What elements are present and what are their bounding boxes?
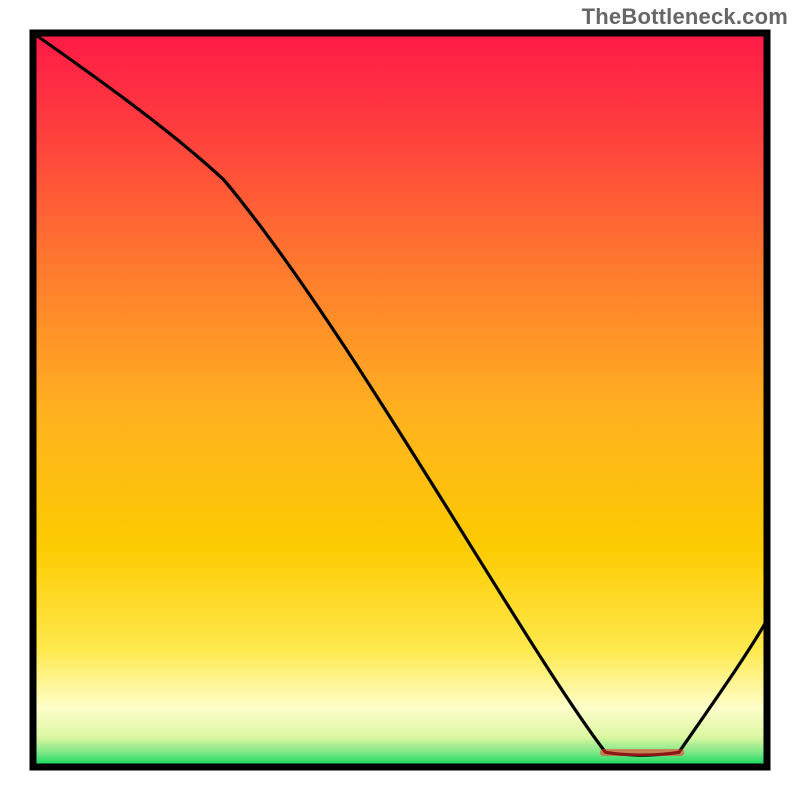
optimum-marker [600, 749, 684, 756]
bottleneck-chart [0, 0, 800, 800]
attribution-text: TheBottleneck.com [582, 4, 788, 30]
chart-container: TheBottleneck.com [0, 0, 800, 800]
plot-area [33, 33, 767, 767]
gradient-background [33, 33, 767, 767]
